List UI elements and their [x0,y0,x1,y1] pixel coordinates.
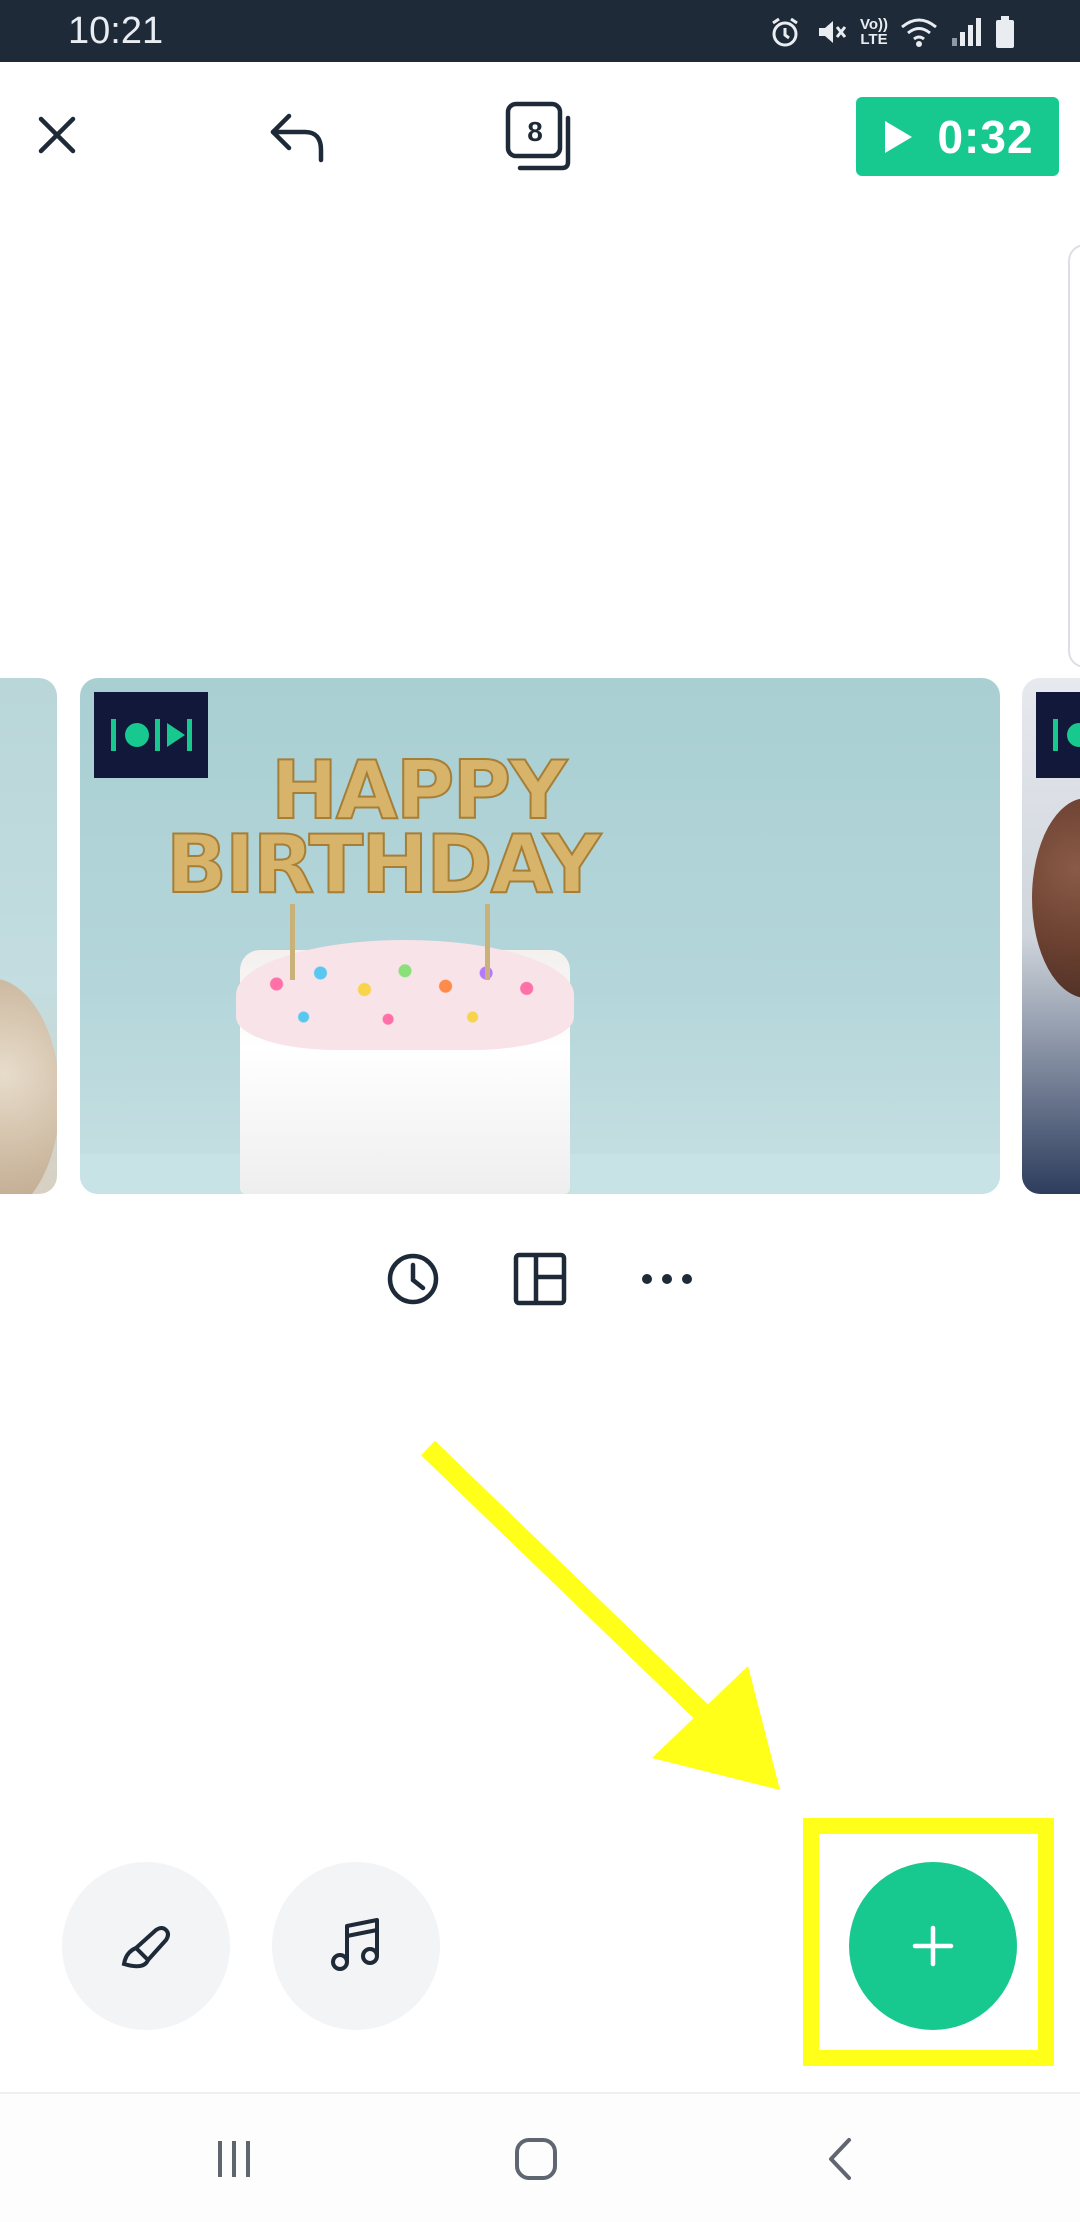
volte-label-bottom: LTE [860,31,888,48]
slide-thumbnail-next[interactable] [1022,678,1080,1194]
topper-stick [485,904,490,980]
undo-button[interactable] [262,100,334,172]
close-icon [38,116,76,154]
plus-icon [912,1925,954,1967]
home-button[interactable] [496,2126,576,2192]
more-options-button[interactable] [632,1244,702,1314]
cake-topper-line2: BIRTHDAY [165,817,602,912]
topper-stick [290,904,295,980]
play-duration: 0:32 [937,110,1034,163]
duration-button[interactable] [378,1244,448,1314]
volte-label-top: Vo)) [859,16,888,33]
transition-badge[interactable] [94,692,208,778]
slide-image-detail [0,978,57,1194]
status-time: 10:21 [68,10,164,52]
layout-button[interactable] [505,1244,575,1314]
add-slide-button[interactable] [849,1862,1017,2030]
music-button[interactable] [272,1862,440,2030]
close-button[interactable] [24,102,90,168]
undo-icon [270,113,324,163]
slide-thumbnail-previous[interactable] [0,678,57,1194]
more-icon [642,1274,692,1284]
volte-icon: Vo)) LTE [860,17,888,47]
transition-icon [111,719,192,751]
transition-icon [1053,719,1080,751]
slide-count-button[interactable]: 8 [500,100,580,176]
layout-icon [513,1252,567,1306]
slide-count: 8 [527,116,543,147]
home-icon [515,2138,557,2180]
slide-tools [0,1244,1080,1314]
brush-icon [121,1926,170,1969]
slide-image-detail [1032,798,1080,998]
signal-icon [952,18,981,46]
battery-icon [996,16,1014,48]
back-button[interactable] [800,2126,880,2192]
status-bar: 10:21 Vo)) LTE [0,0,1080,62]
editor-toolbar: 8 0:32 [0,62,1080,212]
cake-sprinkles [236,940,574,1050]
play-preview-button[interactable]: 0:32 [856,97,1059,176]
mute-icon [818,21,847,43]
recent-apps-icon [218,2141,250,2177]
back-icon [829,2138,851,2180]
brush-button[interactable] [62,1862,230,2030]
status-icons: Vo)) LTE [768,10,1016,54]
side-panel-edge[interactable] [1068,244,1080,668]
slide-thumbnail-current[interactable]: HAPPY BIRTHDAY [80,678,1000,1194]
recent-apps-button[interactable] [194,2126,274,2192]
alarm-icon [772,17,798,47]
transition-badge[interactable] [1036,692,1080,778]
wifi-icon [901,18,937,47]
system-nav-bar [0,2092,1080,2222]
play-icon [885,120,913,153]
music-icon [331,1918,379,1971]
duration-icon [387,1253,439,1305]
